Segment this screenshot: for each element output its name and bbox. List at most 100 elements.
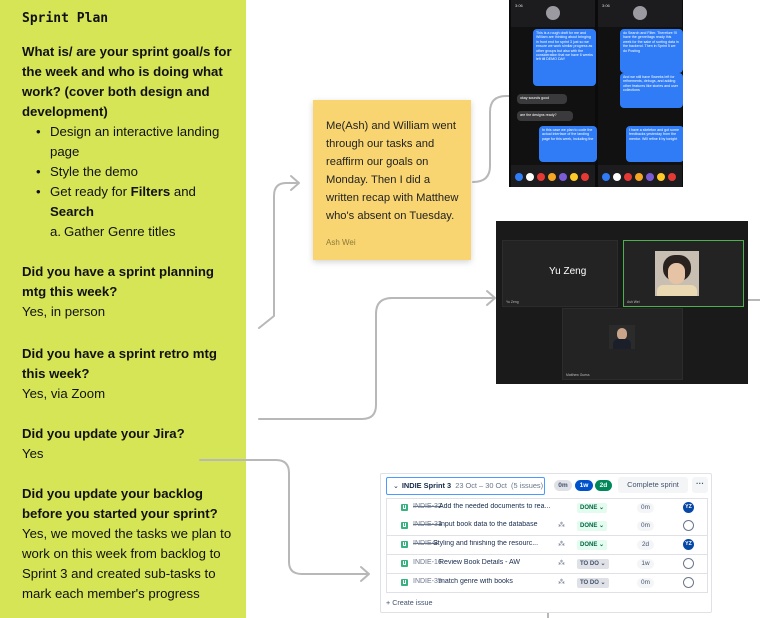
issue-estimate: 0m [637,503,654,513]
issue-estimate: 2d [637,540,654,550]
issue-status-dropdown[interactable]: TO DO ⌄ [577,578,609,588]
app-icon [537,173,545,181]
app-icon [668,173,676,181]
chat-bubble-sent: I have a skeleton and got some feedbacks… [626,126,683,162]
connector-jira [199,459,369,575]
issue-summary: Add the needed documents to rea... [439,503,551,510]
participant-label: Yu Zeng [506,300,519,304]
unassigned-avatar-icon[interactable] [683,558,694,569]
sticky-note-author: Ash Wei [326,238,356,247]
status-label: DONE [580,523,598,529]
chat-bubble-sent: In this case we plan to code the actual … [539,126,597,162]
sticky-note-text: Me(Ash) and William went through our tas… [326,120,459,222]
status-label: TO DO [580,561,599,567]
issue-row[interactable]: INDIE-32 Add the needed documents to rea… [386,498,708,518]
phone-time: 3:06 [602,3,610,8]
issue-key[interactable]: INDIE-35 [413,578,442,585]
chevron-down-icon: ⌄ [393,483,399,490]
zoom-screenshot[interactable]: Yu Zeng Yu Zeng Ash Wei Matthew Guess [496,221,748,384]
phone-app-bar [598,165,682,187]
story-icon [401,579,408,586]
sprint-dates: 23 Oct – 30 Oct [455,481,507,490]
story-icon [401,522,408,529]
issue-estimate: 1w [637,559,654,569]
chat-bubble-sent: This is a rough draft for me and William… [533,29,596,86]
story-icon [401,541,408,548]
issue-status-dropdown[interactable]: DONE ⌄ [577,503,608,513]
app-icon [602,173,610,181]
story-icon [401,560,408,567]
app-icon [613,173,621,181]
connector-planning [258,182,299,329]
issue-status-dropdown[interactable]: DONE ⌄ [577,521,608,531]
app-icon [657,173,665,181]
phone-header: 3:06 [598,0,682,27]
unassigned-avatar-icon[interactable] [683,520,694,531]
assignee-avatar[interactable]: YZ [683,539,694,550]
issue-key[interactable]: INDIE-33 [413,521,442,528]
chat-bubble-received: okay sounds good [517,94,567,104]
participant-tile: Yu Zeng Yu Zeng [502,240,618,307]
app-icon [581,173,589,181]
subtask-icon: ⁂ [558,560,565,567]
participant-name: Yu Zeng [549,266,587,277]
estimate-inprogress-badge: 1w [575,480,593,491]
participant-label: Ash Wei [627,300,640,304]
participant-video [609,325,635,349]
unassigned-avatar-icon[interactable] [683,577,694,588]
complete-sprint-button[interactable]: Complete sprint [618,477,688,493]
status-label: DONE [580,542,598,548]
create-issue-button[interactable]: + Create issue [386,598,433,607]
jira-sprint-board: ⌄ INDIE Sprint 3 23 Oct – 30 Oct (5 issue… [380,473,712,613]
phone-app-bar [511,165,595,187]
app-icon [559,173,567,181]
assignee-avatar[interactable]: YZ [683,502,694,513]
issue-estimate: 0m [637,578,654,588]
issue-summary: Input book data to the database [439,521,538,528]
app-icon [646,173,654,181]
issue-key[interactable]: INDIE-16 [413,559,442,566]
issue-row[interactable]: INDIE-35 match genre with books ⁂ TO DO … [386,574,708,593]
sprint-header: ⌄ INDIE Sprint 3 23 Oct – 30 Oct (5 issue… [386,477,708,495]
phone-time: 3:06 [515,3,523,8]
story-icon [401,504,408,511]
issue-estimate: 0m [637,521,654,531]
app-icon [548,173,556,181]
participant-label: Matthew Guess [566,373,590,377]
chat-bubble-received: are the designs ready? [517,111,573,121]
phone-screen-right: 3:06 do Search and Filter. Therefore I'l… [598,0,683,187]
sprint-name: INDIE Sprint 3 [401,481,452,490]
issue-status-dropdown[interactable]: DONE ⌄ [577,540,608,550]
app-icon [635,173,643,181]
issue-row[interactable]: INDIE-33 Input book data to the database… [386,517,708,536]
status-label: DONE [580,505,598,511]
subtask-icon: ⁂ [558,522,565,529]
app-icon [526,173,534,181]
participant-video [655,251,699,296]
subtask-icon: ⁂ [558,579,565,586]
app-icon [624,173,632,181]
group-avatar [633,6,647,20]
sprint-toggle[interactable]: ⌄ INDIE Sprint 3 23 Oct – 30 Oct (5 issue… [386,477,545,495]
app-icon [570,173,578,181]
issue-key[interactable]: INDIE-32 [413,503,442,510]
status-label: TO DO [580,580,599,586]
more-actions-button[interactable]: ··· [692,477,708,493]
group-avatar [546,6,560,20]
issue-summary: Review Book Details - AW [439,559,521,566]
sprint-issue-count: (5 issues) [511,481,544,490]
issue-row[interactable]: INDIE-16 Review Book Details - AW ⁂ TO D… [386,555,708,574]
subtask-icon: ⁂ [558,541,565,548]
phone-header: 3:06 [511,0,595,27]
participant-tile: Matthew Guess [562,308,683,380]
estimate-done-badge: 2d [595,480,612,491]
sticky-note[interactable]: Me(Ash) and William went through our tas… [313,100,471,260]
issue-row[interactable]: INDIE-3 Styling and finishing the resour… [386,536,708,555]
estimate-todo-badge: 0m [554,480,572,491]
chat-screenshots[interactable]: 3:06 This is a rough draft for me and Wi… [509,0,683,187]
issue-status-dropdown[interactable]: TO DO ⌄ [577,559,609,569]
chat-bubble-sent: And we still have Sweeks left for refine… [620,73,683,108]
participant-tile-active: Ash Wei [623,240,744,307]
phone-screen-left: 3:06 This is a rough draft for me and Wi… [511,0,597,187]
app-icon [515,173,523,181]
